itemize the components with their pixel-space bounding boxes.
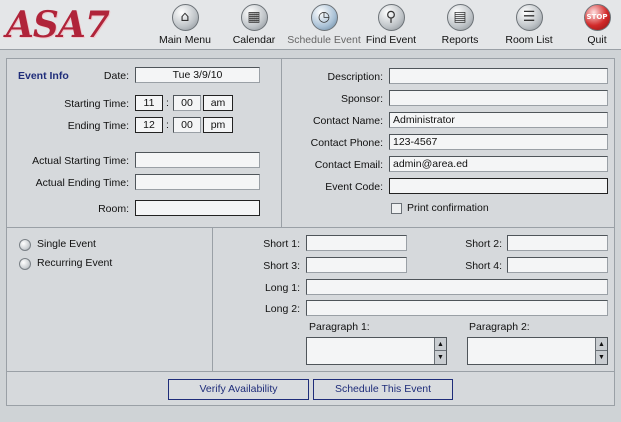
contact-phone-label: Contact Phone: xyxy=(310,137,383,149)
long2-label: Long 2: xyxy=(264,303,300,315)
date-field[interactable]: Tue 3/9/10 xyxy=(135,67,260,83)
event-form: Event Info Date: Tue 3/9/10 Starting Tim… xyxy=(6,58,615,406)
asa7-logo: ASA7 xyxy=(6,4,110,46)
start-time-colon: : xyxy=(166,97,169,109)
end-time-label: Ending Time: xyxy=(67,120,129,132)
list-icon: ☰ xyxy=(515,4,543,31)
recurring-event-radio[interactable] xyxy=(19,258,31,270)
short4-label: Short 4: xyxy=(465,260,502,272)
actual-end-field[interactable] xyxy=(135,174,260,190)
contact-name-label: Contact Name: xyxy=(312,115,383,127)
end-ampm-field[interactable]: pm xyxy=(203,117,233,133)
event-code-label: Event Code: xyxy=(325,181,383,193)
contact-name-field[interactable]: Administrator xyxy=(389,112,608,128)
home-icon: ⌂ xyxy=(171,4,199,31)
paragraph2-textarea[interactable]: ▲ ▼ xyxy=(467,337,608,365)
actual-end-label: Actual Ending Time: xyxy=(35,177,129,189)
short4-field[interactable] xyxy=(507,257,608,273)
print-confirmation-label: Print confirmation xyxy=(407,202,489,214)
paragraph1-textarea[interactable]: ▲ ▼ xyxy=(306,337,447,365)
nav-main-menu[interactable]: ⌂ Main Menu xyxy=(149,4,221,46)
actual-start-label: Actual Starting Time: xyxy=(32,155,129,167)
divider xyxy=(7,227,614,228)
paragraph1-scrollbar[interactable]: ▲ ▼ xyxy=(434,338,446,364)
sponsor-label: Sponsor: xyxy=(340,93,383,105)
scroll-down-arrow-icon[interactable]: ▼ xyxy=(596,351,607,364)
schedule-event-button[interactable]: Schedule This Event xyxy=(313,379,453,400)
room-field[interactable] xyxy=(135,200,260,216)
single-event-label: Single Event xyxy=(37,238,96,250)
end-time-colon: : xyxy=(166,119,169,131)
description-field[interactable] xyxy=(389,68,608,84)
nav-calendar-label: Calendar xyxy=(232,34,276,46)
print-confirmation-checkbox[interactable] xyxy=(391,203,402,214)
stop-sign-icon: STOP xyxy=(583,4,611,31)
nav-calendar[interactable]: ▦ Calendar xyxy=(218,4,290,46)
short2-field[interactable] xyxy=(507,235,608,251)
nav-schedule-event[interactable]: ◷ Schedule Event xyxy=(285,4,363,46)
paragraph1-label: Paragraph 1: xyxy=(309,321,370,333)
event-info-title: Event Info xyxy=(18,70,69,82)
start-minute-field[interactable]: 00 xyxy=(173,95,201,111)
single-event-radio[interactable] xyxy=(19,239,31,251)
start-ampm-field[interactable]: am xyxy=(203,95,233,111)
nav-room-list-label: Room List xyxy=(505,34,553,46)
nav-quit[interactable]: STOP Quit xyxy=(562,4,621,46)
nav-find-event[interactable]: ⚲ Find Event xyxy=(355,4,427,46)
actual-start-field[interactable] xyxy=(135,152,260,168)
nav-reports-label: Reports xyxy=(441,34,479,46)
paragraph2-label: Paragraph 2: xyxy=(469,321,530,333)
short1-label: Short 1: xyxy=(263,238,300,250)
short3-label: Short 3: xyxy=(263,260,300,272)
scroll-up-arrow-icon[interactable]: ▲ xyxy=(596,338,607,351)
magnifier-icon: ⚲ xyxy=(377,4,405,31)
nav-room-list[interactable]: ☰ Room List xyxy=(493,4,565,46)
nav-find-event-label: Find Event xyxy=(365,34,417,46)
end-minute-field[interactable]: 00 xyxy=(173,117,201,133)
start-hour-field[interactable]: 11 xyxy=(135,95,163,111)
clock-icon: ◷ xyxy=(310,4,338,31)
date-label: Date: xyxy=(103,70,129,82)
contact-phone-field[interactable]: 123-4567 xyxy=(389,134,608,150)
printer-icon: ▤ xyxy=(446,4,474,31)
divider xyxy=(281,59,282,227)
verify-availability-button[interactable]: Verify Availability xyxy=(168,379,309,400)
divider xyxy=(212,227,213,371)
nav-main-menu-label: Main Menu xyxy=(159,34,211,46)
paragraph2-scrollbar[interactable]: ▲ ▼ xyxy=(595,338,607,364)
event-code-field[interactable] xyxy=(389,178,608,194)
start-time-label: Starting Time: xyxy=(64,98,129,110)
room-label: Room: xyxy=(98,203,129,215)
end-hour-field[interactable]: 12 xyxy=(135,117,163,133)
calendar-icon: ▦ xyxy=(240,4,268,31)
long2-field[interactable] xyxy=(306,300,608,316)
short1-field[interactable] xyxy=(306,235,407,251)
contact-email-label: Contact Email: xyxy=(314,159,383,171)
long1-field[interactable] xyxy=(306,279,608,295)
short2-label: Short 2: xyxy=(465,238,502,250)
scroll-up-arrow-icon[interactable]: ▲ xyxy=(435,338,446,351)
description-label: Description: xyxy=(327,71,383,83)
divider xyxy=(7,371,614,372)
contact-email-field[interactable]: admin@area.ed xyxy=(389,156,608,172)
nav-quit-label: Quit xyxy=(587,34,607,46)
nav-schedule-event-label: Schedule Event xyxy=(287,34,361,46)
nav-reports[interactable]: ▤ Reports xyxy=(424,4,496,46)
sponsor-field[interactable] xyxy=(389,90,608,106)
top-toolbar: ASA7 ⌂ Main Menu ▦ Calendar ◷ Schedule E… xyxy=(0,0,621,50)
long1-label: Long 1: xyxy=(264,282,300,294)
recurring-event-label: Recurring Event xyxy=(37,257,113,269)
short3-field[interactable] xyxy=(306,257,407,273)
scroll-down-arrow-icon[interactable]: ▼ xyxy=(435,351,446,364)
